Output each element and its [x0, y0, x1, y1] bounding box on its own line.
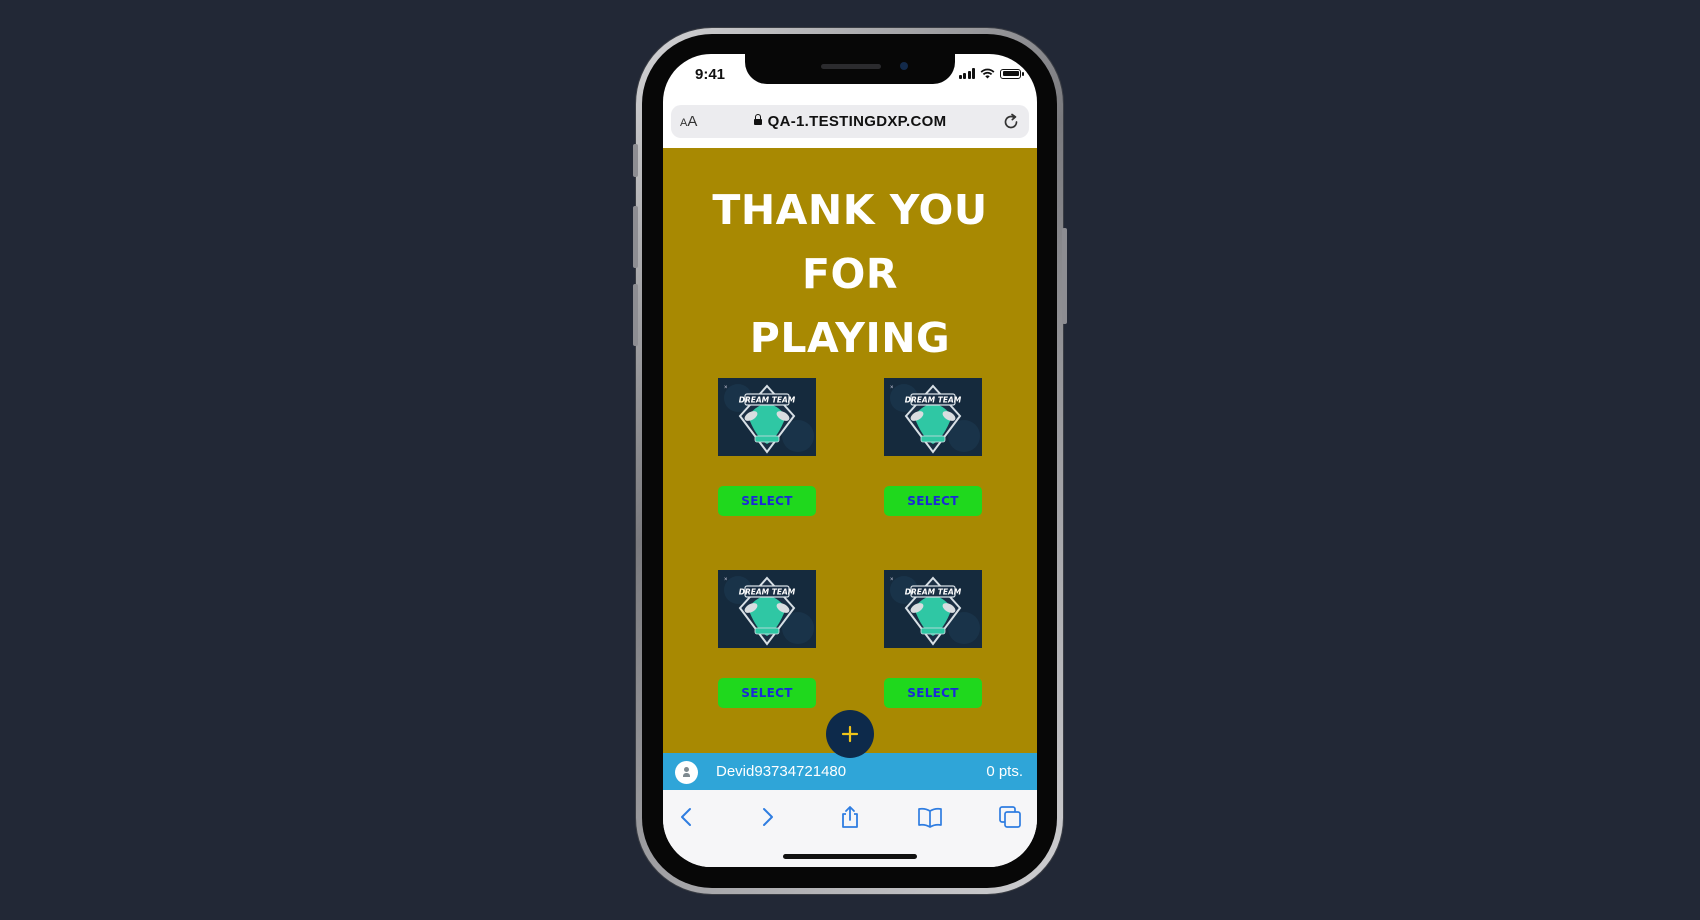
username: Devid93734721480	[716, 763, 847, 780]
dream-team-badge-icon: × DREAM TEAM	[890, 576, 980, 646]
logo-text: DREAM TEAM	[905, 396, 962, 405]
back-icon[interactable]	[674, 804, 700, 830]
plus-icon	[841, 725, 859, 743]
volume-down-button	[633, 284, 638, 346]
svg-text:×: ×	[890, 385, 894, 391]
page-title-line-2: PLAYING	[749, 314, 951, 362]
svg-text:×: ×	[724, 577, 728, 583]
wifi-icon	[980, 68, 995, 79]
select-button[interactable]: SELECT	[884, 678, 982, 708]
power-button	[1062, 228, 1067, 324]
team-card: × DREAM TEAM SELECT	[884, 570, 982, 708]
battery-icon	[1000, 68, 1024, 79]
dream-team-logo[interactable]: × DREAM TEAM	[884, 378, 982, 456]
game-content: THANK YOU FOR PLAYING × DREAM TEAM SELEC…	[663, 148, 1037, 753]
status-icons	[958, 68, 1024, 79]
dream-team-badge-icon: × DREAM TEAM	[890, 384, 980, 454]
bookmarks-icon[interactable]	[917, 804, 943, 830]
volume-up-button	[633, 206, 638, 268]
lock-icon	[753, 114, 762, 125]
dream-team-badge-icon: × DREAM TEAM	[724, 576, 814, 646]
dream-team-logo[interactable]: × DREAM TEAM	[718, 570, 816, 648]
dream-team-logo[interactable]: × DREAM TEAM	[718, 378, 816, 456]
team-card: × DREAM TEAM SELECT	[884, 378, 982, 516]
select-button[interactable]: SELECT	[718, 678, 816, 708]
notch	[745, 54, 955, 84]
user-bar: Devid93734721480 0 pts.	[663, 753, 1037, 790]
add-button[interactable]	[826, 710, 874, 758]
phone-screen: 9:41 AA QA-1.TESTINGDXP.COM THANK YOU FO…	[663, 54, 1037, 867]
url-text: QA-1.TESTINGDXP.COM	[767, 113, 947, 130]
status-time: 9:41	[695, 66, 726, 83]
forward-icon[interactable]	[754, 804, 780, 830]
cellular-signal-icon	[958, 68, 975, 79]
page-title-line-1: THANK YOU FOR	[712, 186, 988, 298]
home-indicator[interactable]	[783, 854, 917, 859]
address-bar[interactable]: AA QA-1.TESTINGDXP.COM	[671, 105, 1029, 138]
dream-team-badge-icon: × DREAM TEAM	[724, 384, 814, 454]
tabs-icon[interactable]	[997, 804, 1023, 830]
team-card: × DREAM TEAM SELECT	[718, 570, 816, 708]
page-title: THANK YOU FOR PLAYING	[663, 178, 1037, 370]
select-button[interactable]: SELECT	[718, 486, 816, 516]
svg-text:×: ×	[724, 385, 728, 391]
points-display: 0 pts.	[986, 763, 1023, 780]
share-icon[interactable]	[837, 804, 863, 830]
select-button[interactable]: SELECT	[884, 486, 982, 516]
mute-switch	[633, 144, 638, 177]
team-card: × DREAM TEAM SELECT	[718, 378, 816, 516]
avatar[interactable]	[675, 761, 698, 784]
logo-text: DREAM TEAM	[739, 396, 796, 405]
reload-icon[interactable]	[1001, 112, 1021, 132]
logo-text: DREAM TEAM	[739, 588, 796, 597]
front-camera	[900, 62, 908, 70]
url-display[interactable]: QA-1.TESTINGDXP.COM	[671, 113, 1029, 130]
dream-team-logo[interactable]: × DREAM TEAM	[884, 570, 982, 648]
logo-text: DREAM TEAM	[905, 588, 962, 597]
earpiece-speaker	[821, 64, 881, 69]
svg-text:×: ×	[890, 577, 894, 583]
